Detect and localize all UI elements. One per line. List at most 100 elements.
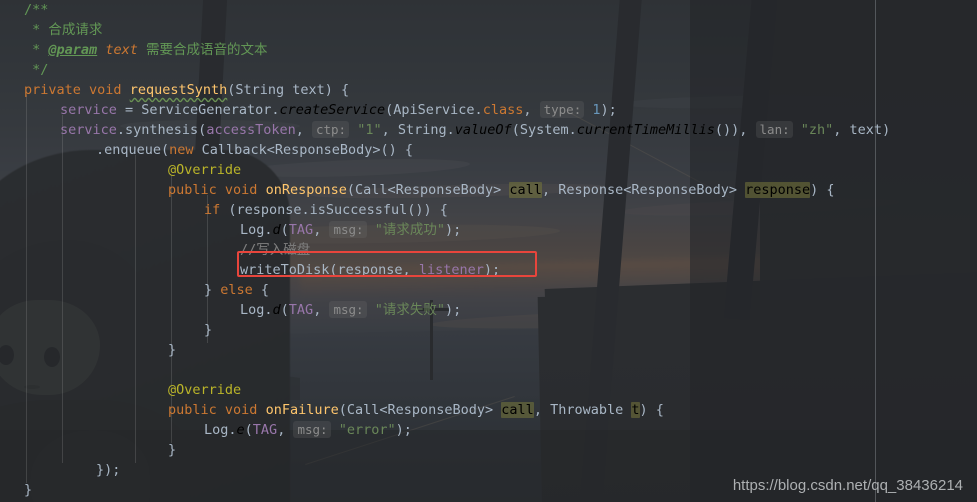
code-token-stat: d — [272, 222, 281, 238]
code-token-txt: (System. — [511, 122, 577, 138]
code-token-kw: if — [204, 202, 221, 218]
code-line[interactable]: Log.d(TAG, msg: "请求成功"); — [0, 220, 977, 240]
code-token-txt: Log. — [204, 422, 237, 438]
code-token-kw: private — [24, 82, 81, 98]
code-token-txt: } — [24, 482, 33, 498]
code-token-str: "zh" — [800, 122, 834, 138]
code-token-txt: ) { — [810, 182, 835, 198]
code-token-txt: Log. — [240, 302, 273, 318]
code-token-usage: response — [745, 182, 811, 198]
code-token-stat: e — [236, 422, 245, 438]
code-token-fld: service — [60, 102, 117, 118]
code-token-usage: call — [509, 182, 542, 198]
code-token-anno: @Override — [168, 162, 242, 178]
code-token-txt: } — [168, 342, 177, 358]
code-token-txt: ()), — [714, 122, 756, 138]
code-token-txt: .enqueue( — [96, 142, 170, 158]
code-line[interactable]: } — [0, 340, 977, 360]
code-token-kw: public — [168, 402, 217, 418]
code-token-anno: @Override — [168, 382, 242, 398]
code-token-txt: ) { — [639, 402, 664, 418]
code-line[interactable]: //写入磁盘 — [0, 240, 977, 260]
code-token-txt: , — [313, 222, 330, 238]
code-token-cmt: 需要合成语音的文本 — [137, 42, 268, 58]
code-token-stat: valueOf — [454, 122, 512, 138]
code-token-txt: , Response<ResponseBody> — [541, 182, 746, 198]
code-line[interactable]: private void requestSynth(String text) { — [0, 80, 977, 100]
code-line[interactable]: service.synthesis(accessToken, ctp: "1",… — [0, 120, 977, 140]
code-token-hint: msg: — [293, 421, 331, 438]
code-token-cmt-ln: //写入磁盘 — [240, 242, 311, 258]
code-token-txt: , — [277, 422, 294, 438]
code-line[interactable]: writeToDisk(response, listener); — [0, 260, 977, 280]
code-token-txt: ( — [280, 222, 289, 238]
code-token-txt: (Call<ResponseBody> — [346, 182, 510, 198]
code-token-num: 1 — [592, 102, 601, 118]
code-token-txt: ); — [395, 422, 412, 438]
code-line[interactable]: * 合成请求 — [0, 20, 977, 40]
code-line[interactable] — [0, 360, 977, 380]
code-token-stat: currentTimeMillis — [576, 122, 715, 138]
code-token-kw: new — [169, 142, 194, 158]
code-line[interactable]: if (response.isSuccessful()) { — [0, 200, 977, 220]
code-token-hint: msg: — [329, 221, 367, 238]
code-token-fld: TAG — [288, 222, 314, 238]
code-line[interactable]: } else { — [0, 280, 977, 300]
code-token-fld: service — [60, 122, 117, 138]
code-line[interactable]: /** — [0, 0, 977, 20]
code-line[interactable]: .enqueue(new Callback<ResponseBody>() { — [0, 140, 977, 160]
code-token-fld: listener — [418, 262, 484, 278]
code-token-txt: ( — [280, 302, 289, 318]
code-token-str: "1" — [357, 122, 382, 138]
code-line[interactable]: } — [0, 320, 977, 340]
code-line[interactable]: @Override — [0, 380, 977, 400]
code-token-stat: d — [272, 302, 281, 318]
code-line[interactable]: service = ServiceGenerator.createService… — [0, 100, 977, 120]
code-token-txt: (Call<ResponseBody> — [338, 402, 502, 418]
code-token-txt: }); — [96, 462, 121, 478]
code-token-tag: @param — [48, 42, 98, 58]
code-content[interactable]: /** * 合成请求 * @param text 需要合成语音的文本 */ pri… — [0, 0, 977, 500]
csdn-watermark: https://blog.csdn.net/qq_38436214 — [732, 477, 963, 494]
code-line[interactable]: */ — [0, 60, 977, 80]
code-token-txt: , — [295, 122, 312, 138]
code-token-txt: } — [168, 442, 177, 458]
code-token-fld: TAG — [252, 422, 278, 438]
code-editor[interactable]: /** * 合成请求 * @param text 需要合成语音的文本 */ pri… — [0, 0, 977, 502]
code-token-txt: = ServiceGenerator. — [116, 102, 280, 118]
code-line[interactable]: Log.e(TAG, msg: "error"); — [0, 420, 977, 440]
code-token-txt: ); — [444, 222, 462, 238]
code-line[interactable]: public void onFailure(Call<ResponseBody>… — [0, 400, 977, 420]
code-token-txt: .synthesis( — [116, 122, 207, 138]
code-token-hint: type: — [539, 101, 585, 118]
code-token-str: "error" — [338, 422, 396, 438]
code-token-kw: void — [224, 182, 258, 198]
code-token-hint: msg: — [329, 301, 367, 318]
code-token-kw: else — [220, 282, 253, 298]
code-token-usage: call — [501, 402, 534, 418]
code-token-txt: ); — [483, 262, 501, 278]
code-token-kw: void — [224, 402, 258, 418]
code-line[interactable]: @Override — [0, 160, 977, 180]
code-token-txt: ( — [244, 422, 253, 438]
code-token-cmt: */ — [24, 62, 49, 78]
code-token-mth: onFailure — [265, 402, 339, 418]
code-line[interactable]: } — [0, 440, 977, 460]
code-token-txt: ); — [600, 102, 617, 118]
code-token-kw: class — [482, 102, 524, 118]
code-line[interactable]: public void onResponse(Call<ResponseBody… — [0, 180, 977, 200]
code-token-txt: } — [204, 282, 221, 298]
code-token-str: "请求成功" — [374, 222, 445, 238]
code-token-hint: lan: — [755, 121, 793, 138]
code-token-stat: createService — [279, 102, 386, 118]
code-line[interactable]: Log.d(TAG, msg: "请求失败"); — [0, 300, 977, 320]
code-line[interactable]: * @param text 需要合成语音的文本 — [0, 40, 977, 60]
